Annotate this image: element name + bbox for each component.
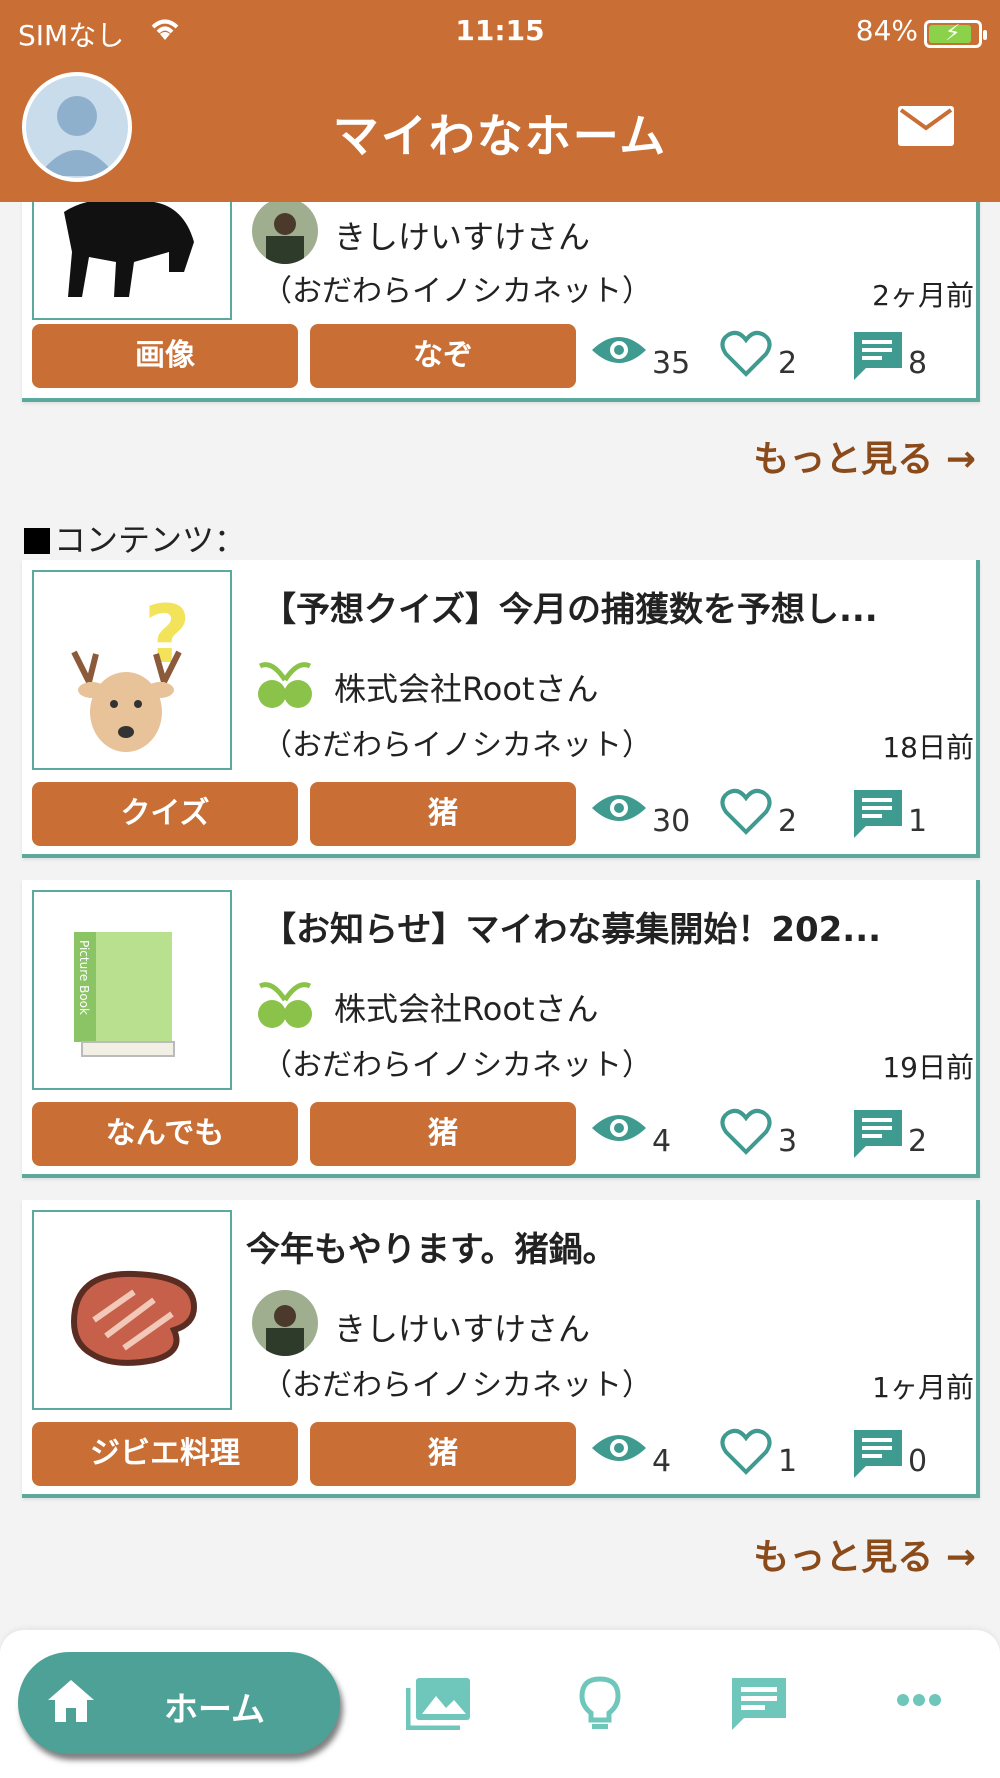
tag-button[interactable]: 画像 <box>32 324 298 388</box>
comment-icon <box>854 1430 902 1478</box>
section-heading: コンテンツ： <box>24 515 246 561</box>
root-logo-icon <box>252 970 318 1036</box>
author-avatar <box>252 198 318 264</box>
nav-home-button[interactable]: ホーム <box>18 1652 340 1754</box>
more-icon[interactable] <box>896 1692 942 1711</box>
eye-icon <box>592 1115 646 1141</box>
post-time: 2ヶ月前 <box>872 279 974 312</box>
heart-icon <box>720 788 772 835</box>
tag-button[interactable]: 猪 <box>310 1102 576 1166</box>
tag-button[interactable]: なぞ <box>310 324 576 388</box>
see-more-link[interactable]: もっと見る → <box>753 1528 976 1580</box>
post-title[interactable]: 【予想クイズ】今月の捕獲数を予想し... <box>262 582 960 631</box>
post-title[interactable]: 【お知らせ】マイわな募集開始！202... <box>262 902 960 951</box>
tag-button[interactable]: 猪 <box>310 1422 576 1486</box>
eye-icon <box>592 795 646 821</box>
bottom-nav: ホーム <box>0 1630 1000 1778</box>
post-thumbnail: ? <box>32 570 232 770</box>
author-name: きしけいすけさん <box>334 218 591 256</box>
nav-home-label: ホーム <box>164 1690 265 1730</box>
post-time: 19日前 <box>882 1051 974 1084</box>
author-org: （おだわらイノシカネット） <box>262 1368 652 1403</box>
post-thumbnail: Picture Book <box>32 890 232 1090</box>
svg-text:Picture Book: Picture Book <box>77 940 91 1015</box>
eye-icon <box>592 337 646 363</box>
heart-icon <box>720 330 772 377</box>
post-time: 18日前 <box>882 731 974 764</box>
gallery-icon[interactable] <box>405 1676 472 1734</box>
tag-button[interactable]: クイズ <box>32 782 298 846</box>
status-bar: SIMなし 11:15 84% ⚡ <box>0 8 1000 58</box>
battery-percent: 84% <box>855 14 918 47</box>
home-icon <box>48 1680 94 1722</box>
see-more-link[interactable]: もっと見る → <box>753 430 976 482</box>
author-org: （おだわらイノシカネット） <box>262 1048 652 1083</box>
author-org: （おだわらイノシカネット） <box>262 728 652 763</box>
heart-icon <box>720 1428 772 1475</box>
post-thumbnail <box>32 1210 232 1410</box>
tag-button[interactable]: なんでも <box>32 1102 298 1166</box>
root-logo-icon <box>252 650 318 716</box>
author-name: 株式会社Rootさん <box>334 670 599 708</box>
app-header: SIMなし 11:15 84% ⚡ マイわなホーム <box>0 0 1000 202</box>
clock: 11:15 <box>455 14 545 47</box>
post-time: 1ヶ月前 <box>872 1371 974 1404</box>
author-name: 株式会社Rootさん <box>334 990 599 1028</box>
lightbulb-icon[interactable] <box>578 1676 622 1736</box>
svg-text:?: ? <box>144 588 190 681</box>
comment-icon <box>854 1110 902 1158</box>
post-title[interactable]: 今年もやります。猪鍋。 <box>246 1222 960 1271</box>
chat-icon[interactable] <box>730 1676 788 1736</box>
tag-button[interactable]: 猪 <box>310 782 576 846</box>
mail-icon[interactable] <box>898 106 954 150</box>
tag-button[interactable]: ジビエ料理 <box>32 1422 298 1486</box>
square-bullet-icon <box>24 528 50 554</box>
comment-icon <box>854 790 902 838</box>
author-org: （おだわらイノシカネット） <box>262 274 652 309</box>
page-title: マイわなホーム <box>332 109 668 163</box>
author-avatar <box>252 1290 318 1356</box>
content-card[interactable]: 今年もやります。猪鍋。 きしけいすけさん （おだわらイノシカネット） 1ヶ月前 … <box>22 1200 980 1498</box>
eye-icon <box>592 1435 646 1461</box>
battery-icon: ⚡ <box>924 20 987 48</box>
content-card[interactable]: Picture Book 【お知らせ】マイわな募集開始！202... 株式会社R… <box>22 880 980 1178</box>
content-card[interactable]: ? 【予想クイズ】今月の捕獲数を予想し... 株式会社Rootさん （おだわらイ… <box>22 560 980 858</box>
comment-icon <box>854 332 902 380</box>
author-name: きしけいすけさん <box>334 1310 591 1348</box>
heart-icon <box>720 1108 772 1155</box>
